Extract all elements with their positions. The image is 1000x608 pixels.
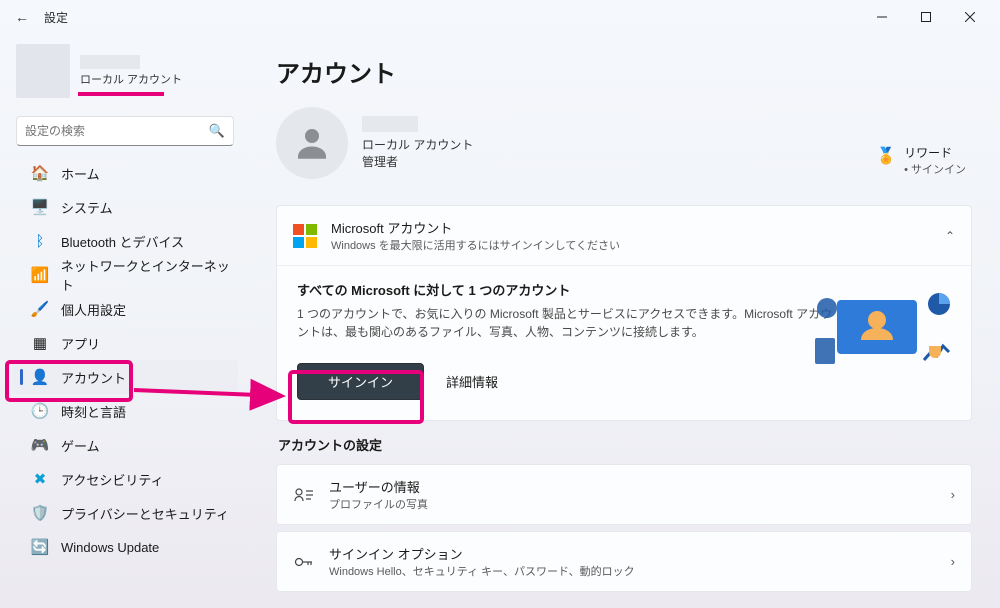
user-info-icon <box>293 487 315 503</box>
ms-card-header[interactable]: Microsoft アカウント Windows を最大限に活用するにはサインイン… <box>277 206 971 265</box>
search-icon: 🔍 <box>209 123 225 139</box>
rewards-tile[interactable]: 🏅 リワード • サインイン <box>876 144 966 177</box>
ms-account-card: Microsoft アカウント Windows を最大限に活用するにはサインイン… <box>276 205 972 421</box>
nav-label: アカウント <box>61 368 126 387</box>
nav-icon: 🕒 <box>31 402 49 420</box>
active-indicator <box>20 437 23 453</box>
sidebar-nav: 🏠 ホーム 🖥️ システム ᛒ Bluetooth とデバイス 📶 ネットワークとインターネッ… <box>12 156 238 564</box>
key-icon <box>293 554 315 570</box>
close-button[interactable] <box>948 2 992 32</box>
active-indicator <box>20 369 23 385</box>
active-indicator <box>20 301 23 317</box>
promo-illustration <box>809 290 953 370</box>
active-indicator <box>20 403 23 419</box>
sidebar-item-2[interactable]: ᛒ Bluetooth とデバイス <box>12 224 238 258</box>
row-title: ユーザーの情報 <box>329 477 428 496</box>
account-name-redacted <box>362 116 418 132</box>
nav-icon: 📶 <box>31 266 49 284</box>
ms-card-title: Microsoft アカウント <box>331 218 931 237</box>
nav-icon: 🎮 <box>31 436 49 454</box>
sidebar-item-10[interactable]: 🛡️ プライバシーとセキュリティ <box>12 496 238 530</box>
sidebar-item-4[interactable]: 🖌️ 個人用設定 <box>12 292 238 326</box>
nav-label: アプリ <box>61 334 100 353</box>
titlebar: ← 設定 <box>0 0 1000 34</box>
sidebar: ローカル アカウント 🔍 🏠 ホーム 🖥️ システム ᛒ Bluetooth とデバイス 📶… <box>0 34 248 608</box>
chevron-right-icon: › <box>951 487 955 502</box>
avatar-thumb <box>16 44 70 98</box>
nav-icon: 👤 <box>31 368 49 386</box>
rewards-sub: • サインイン <box>904 161 966 177</box>
search-box[interactable]: 🔍 <box>16 116 234 146</box>
signin-button[interactable]: サインイン <box>297 363 424 400</box>
back-button[interactable]: ← <box>8 3 36 31</box>
maximize-button[interactable] <box>904 2 948 32</box>
details-link[interactable]: 詳細情報 <box>446 372 498 391</box>
active-indicator <box>20 267 23 283</box>
user-type-label: ローカル アカウント <box>80 71 182 87</box>
row-signin-options[interactable]: サインイン オプション Windows Hello、セキュリティ キー、パスワー… <box>276 531 972 592</box>
nav-label: 時刻と言語 <box>61 402 126 421</box>
nav-label: ネットワークとインターネット <box>61 256 230 294</box>
nav-icon: 🔄 <box>31 538 49 556</box>
nav-label: プライバシーとセキュリティ <box>61 504 229 523</box>
active-indicator <box>20 471 23 487</box>
search-input[interactable] <box>25 124 209 138</box>
sidebar-item-9[interactable]: ✖ アクセシビリティ <box>12 462 238 496</box>
window-title: 設定 <box>44 9 68 26</box>
content: アカウント ローカル アカウント 管理者 🏅 リワード • サインイン Mi <box>248 34 1000 608</box>
avatar <box>276 107 348 179</box>
chevron-right-icon: › <box>951 554 955 569</box>
nav-label: ホーム <box>61 164 100 183</box>
nav-label: 個人用設定 <box>61 300 126 319</box>
rewards-icon: 🏅 <box>876 146 896 166</box>
active-indicator <box>20 335 23 351</box>
row-sub: Windows Hello、セキュリティ キー、パスワード、動的ロック <box>329 563 635 579</box>
window-controls <box>860 2 992 32</box>
chevron-up-icon: ⌃ <box>945 229 955 243</box>
active-indicator <box>20 505 23 521</box>
row-sub: プロファイルの写真 <box>329 496 428 512</box>
sidebar-item-11[interactable]: 🔄 Windows Update <box>12 530 238 564</box>
account-type: ローカル アカウント <box>362 136 473 153</box>
account-role: 管理者 <box>362 153 473 170</box>
settings-section-title: アカウントの設定 <box>278 435 972 454</box>
row-user-info[interactable]: ユーザーの情報 プロファイルの写真 › <box>276 464 972 525</box>
active-indicator <box>20 539 23 555</box>
nav-icon: 🛡️ <box>31 504 49 522</box>
active-indicator <box>20 199 23 215</box>
ms-card-body: 1 つのアカウントで、お気に入りの Microsoft 製品とサービスにアクセス… <box>297 305 837 341</box>
nav-label: ゲーム <box>61 436 100 455</box>
microsoft-logo-icon <box>293 224 317 248</box>
annotation-arrow <box>132 380 290 406</box>
nav-icon: 🖥️ <box>31 198 49 216</box>
nav-icon: 🖌️ <box>31 300 49 318</box>
nav-icon: ✖ <box>31 470 49 488</box>
ms-card-sub: Windows を最大限に活用するにはサインインしてください <box>331 237 931 253</box>
minimize-button[interactable] <box>860 2 904 32</box>
account-header: ローカル アカウント 管理者 <box>276 107 972 179</box>
nav-label: アクセシビリティ <box>61 470 164 489</box>
nav-label: システム <box>61 198 113 217</box>
annotation-underline <box>78 92 164 96</box>
nav-icon: ᛒ <box>31 232 49 250</box>
page-title: アカウント <box>276 54 972 89</box>
sidebar-item-8[interactable]: 🎮 ゲーム <box>12 428 238 462</box>
sidebar-item-0[interactable]: 🏠 ホーム <box>12 156 238 190</box>
sidebar-item-3[interactable]: 📶 ネットワークとインターネット <box>12 258 238 292</box>
user-name-redacted <box>80 55 140 69</box>
sidebar-item-1[interactable]: 🖥️ システム <box>12 190 238 224</box>
nav-icon: ▦ <box>31 334 49 352</box>
nav-label: Bluetooth とデバイス <box>61 232 184 251</box>
rewards-title: リワード <box>904 144 966 161</box>
active-indicator <box>20 233 23 249</box>
nav-label: Windows Update <box>61 540 159 555</box>
row-title: サインイン オプション <box>329 544 635 563</box>
nav-icon: 🏠 <box>31 164 49 182</box>
sidebar-item-5[interactable]: ▦ アプリ <box>12 326 238 360</box>
active-indicator <box>20 165 23 181</box>
sidebar-user-card[interactable]: ローカル アカウント <box>12 40 238 106</box>
